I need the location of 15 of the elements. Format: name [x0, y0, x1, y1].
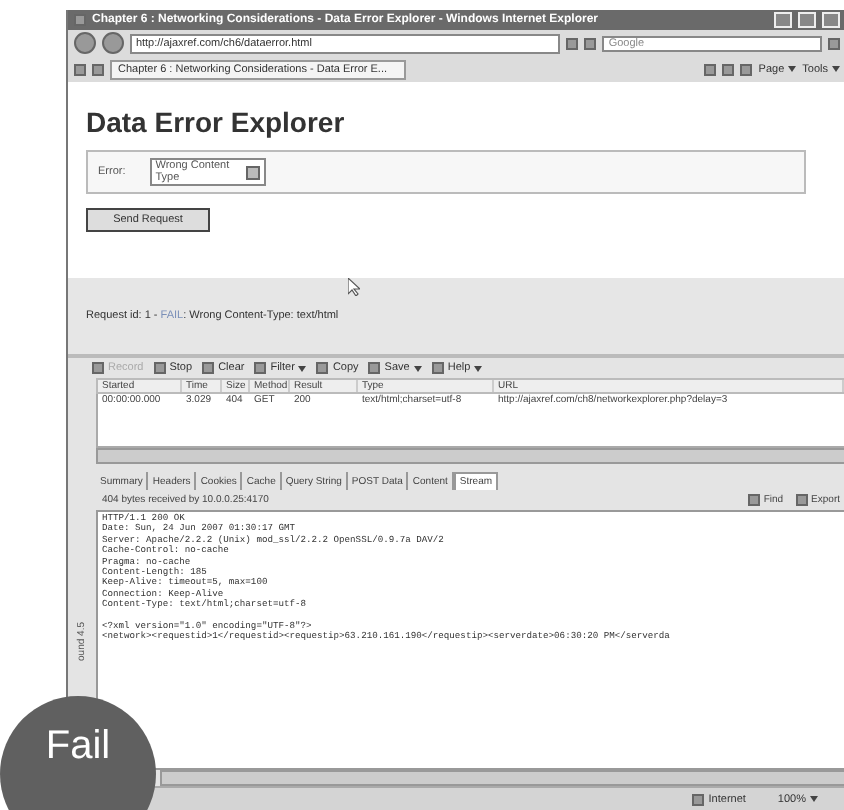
caret-icon[interactable] [474, 365, 483, 371]
close-button[interactable] [822, 12, 840, 28]
caret-icon[interactable] [788, 66, 797, 72]
forward-button[interactable] [101, 32, 124, 54]
maximize-button[interactable] [798, 12, 816, 28]
scrollbar[interactable] [160, 770, 844, 786]
fail-badge: Fail [0, 696, 156, 810]
caret-icon[interactable] [810, 796, 818, 802]
back-button[interactable] [74, 32, 96, 54]
minimize-button[interactable] [774, 12, 792, 28]
scrollbar[interactable] [96, 448, 844, 464]
caret-icon[interactable] [413, 365, 422, 371]
page-heading: Data Error Explorer [86, 106, 347, 138]
caret-icon[interactable] [298, 365, 307, 371]
caret-icon[interactable] [832, 66, 840, 72]
